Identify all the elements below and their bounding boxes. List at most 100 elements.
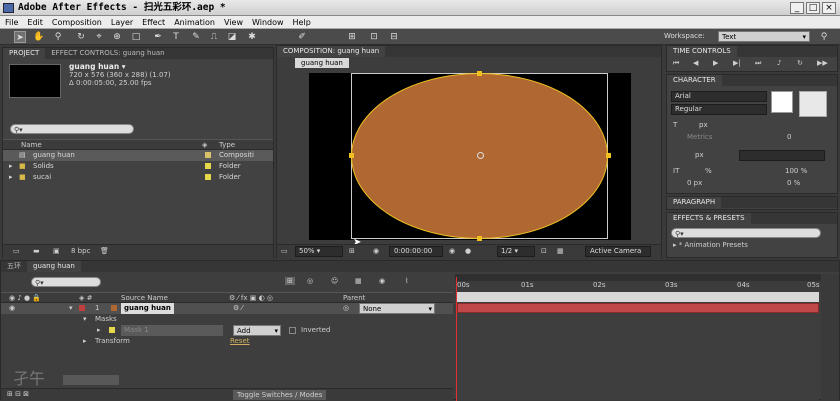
- always-preview-icon[interactable]: ▭: [281, 247, 288, 255]
- tab-time-controls[interactable]: TIME CONTROLS: [667, 46, 737, 57]
- masks-row[interactable]: ▾ Masks: [1, 314, 453, 325]
- project-row[interactable]: ▸ ■ sucai Folder: [3, 172, 273, 183]
- label-column-icon[interactable]: ◈ #: [79, 293, 92, 303]
- grid-icon[interactable]: ⊞: [349, 247, 355, 255]
- draft-3d-icon[interactable]: ◎: [307, 277, 313, 285]
- axis-mode-icon[interactable]: ⊞: [346, 31, 358, 43]
- transform-row[interactable]: ▸ Transform Reset: [1, 336, 453, 347]
- switches-icon[interactable]: ⚙ ⁄ fx ▣ ◐ ◎: [229, 293, 273, 303]
- new-composition-icon[interactable]: ▣: [53, 247, 60, 255]
- anchor-point-icon[interactable]: [477, 152, 484, 159]
- mask-vertex-handle[interactable]: [606, 153, 611, 158]
- font-size-unit[interactable]: px: [699, 121, 708, 129]
- layer-duration-bar[interactable]: [457, 303, 819, 313]
- local-axis-icon[interactable]: ⊡: [368, 31, 380, 43]
- maximize-button[interactable]: □: [806, 2, 820, 14]
- pen-tool-icon[interactable]: ✒: [152, 31, 164, 43]
- column-parent[interactable]: Parent: [343, 293, 365, 303]
- mask-mode-dropdown[interactable]: Add ▾: [233, 325, 281, 336]
- puppet-tool-icon[interactable]: ✱: [246, 31, 258, 43]
- expand-arrow-icon[interactable]: ▸: [9, 172, 13, 183]
- expand-arrow-icon[interactable]: ▸: [97, 325, 101, 336]
- tab-effects-presets[interactable]: EFFECTS & PRESETS: [667, 213, 751, 224]
- menu-view[interactable]: View: [219, 16, 247, 29]
- pickwhip-icon[interactable]: ◎: [343, 303, 349, 314]
- new-folder-icon[interactable]: ▬: [33, 247, 40, 255]
- rotate-tool-icon[interactable]: ↻: [75, 31, 87, 43]
- selection-tool-icon[interactable]: ➤: [14, 31, 26, 43]
- vertical-scale-unit[interactable]: %: [705, 167, 712, 175]
- world-axis-icon[interactable]: ⊟: [388, 31, 400, 43]
- menu-window[interactable]: Window: [247, 16, 288, 29]
- stroke-dropdown[interactable]: [739, 150, 825, 161]
- play-icon[interactable]: ▶: [713, 59, 718, 67]
- frame-blending-icon[interactable]: ▦: [355, 277, 362, 285]
- tracking-value[interactable]: 0: [787, 133, 791, 141]
- menu-edit[interactable]: Edit: [22, 16, 47, 29]
- brush-tool-icon[interactable]: ✎: [190, 31, 202, 43]
- resolution-dropdown[interactable]: 1/2 ▾: [497, 246, 535, 257]
- baseline-shift-value[interactable]: 0 px: [687, 179, 702, 187]
- eraser-tool-icon[interactable]: ◪: [226, 31, 238, 43]
- collapse-arrow-icon[interactable]: ▾: [83, 314, 87, 325]
- transparency-grid-icon[interactable]: ▦: [557, 247, 564, 255]
- mask-vertex-handle[interactable]: [349, 153, 354, 158]
- loop-icon[interactable]: ↻: [797, 59, 803, 67]
- layer-row[interactable]: ◉ ▾ 1 guang huan ⚙ ⁄ ◎ None ▾: [1, 303, 453, 314]
- project-row[interactable]: ▸ ■ Solids Folder: [3, 161, 273, 172]
- project-item-name[interactable]: guang huan ▾: [69, 62, 126, 71]
- region-of-interest-icon[interactable]: ⊡: [541, 247, 547, 255]
- tab-project[interactable]: PROJECT: [3, 48, 46, 59]
- work-area-bar[interactable]: [457, 292, 819, 302]
- clone-stamp-tool-icon[interactable]: ⎍: [208, 31, 220, 43]
- project-search-input[interactable]: ⚲▾: [10, 124, 134, 134]
- time-ruler[interactable]: 00s 01s 02s 03s 04s 05s: [455, 281, 821, 292]
- column-name[interactable]: Name: [21, 140, 42, 150]
- close-button[interactable]: ×: [822, 2, 836, 14]
- color-channel-icon[interactable]: ●: [465, 247, 471, 255]
- timecode-display[interactable]: 0:00:00:00: [389, 246, 443, 257]
- timeline-scrollbar[interactable]: [821, 274, 839, 401]
- mask-row[interactable]: ▸ Mask 1 Add ▾ Inverted: [1, 325, 453, 336]
- motion-blur-icon[interactable]: ◉: [379, 277, 385, 285]
- label-column-icon[interactable]: ◈: [202, 140, 207, 150]
- next-frame-icon[interactable]: ▶|: [733, 59, 741, 67]
- interpret-footage-icon[interactable]: ▭: [13, 247, 20, 255]
- menu-effect[interactable]: Effect: [137, 16, 169, 29]
- zoom-tool-icon[interactable]: ⚲: [52, 31, 64, 43]
- tab-effect-controls[interactable]: EFFECT CONTROLS: guang huan: [45, 48, 170, 59]
- tab-character[interactable]: CHARACTER: [667, 75, 722, 86]
- comp-subtab[interactable]: guang huan: [295, 58, 349, 68]
- zoom-dropdown[interactable]: 50% ▾: [295, 246, 343, 257]
- audio-icon[interactable]: ♪: [777, 59, 781, 67]
- menu-animation[interactable]: Animation: [169, 16, 219, 29]
- prev-frame-icon[interactable]: ◀: [693, 59, 698, 67]
- font-style-dropdown[interactable]: Regular: [671, 104, 767, 115]
- snapshot-icon[interactable]: ◉: [373, 247, 379, 255]
- graph-editor-icon[interactable]: ⌇: [405, 277, 408, 285]
- roto-brush-tool-icon[interactable]: ✐: [296, 31, 308, 43]
- comp-canvas[interactable]: ➤: [309, 71, 631, 248]
- preset-item[interactable]: ▸ * Animation Presets: [673, 241, 748, 249]
- tsume-value[interactable]: 0 %: [787, 179, 800, 187]
- camera-tool-icon[interactable]: ⌖: [93, 31, 105, 43]
- tab-composition[interactable]: COMPOSITION: guang huan: [277, 46, 386, 57]
- hand-tool-icon[interactable]: ✋: [33, 31, 45, 43]
- timeline-graph-area[interactable]: [457, 314, 819, 400]
- reset-link[interactable]: Reset: [230, 336, 250, 347]
- minimize-button[interactable]: _: [790, 2, 804, 14]
- layer-name[interactable]: guang huan: [121, 303, 174, 314]
- composition-mini-flowchart-icon[interactable]: ⊞: [285, 277, 295, 285]
- toggle-switches-modes-button[interactable]: Toggle Switches / Modes: [233, 390, 327, 400]
- trash-icon[interactable]: 🗑: [100, 247, 109, 255]
- type-tool-icon[interactable]: T: [170, 31, 182, 43]
- mask-vertex-handle[interactable]: [477, 71, 482, 76]
- font-family-dropdown[interactable]: Arial: [671, 91, 767, 102]
- collapse-arrow-icon[interactable]: ▾: [69, 303, 73, 314]
- av-features-icon[interactable]: ◉ ♪ ● 🔒: [9, 293, 41, 303]
- last-frame-icon[interactable]: ⏭: [755, 59, 761, 68]
- layer-label-color[interactable]: [79, 305, 85, 311]
- menu-file[interactable]: File: [0, 16, 22, 29]
- pan-behind-tool-icon[interactable]: ⊕: [111, 31, 123, 43]
- mask-name[interactable]: Mask 1: [121, 325, 223, 336]
